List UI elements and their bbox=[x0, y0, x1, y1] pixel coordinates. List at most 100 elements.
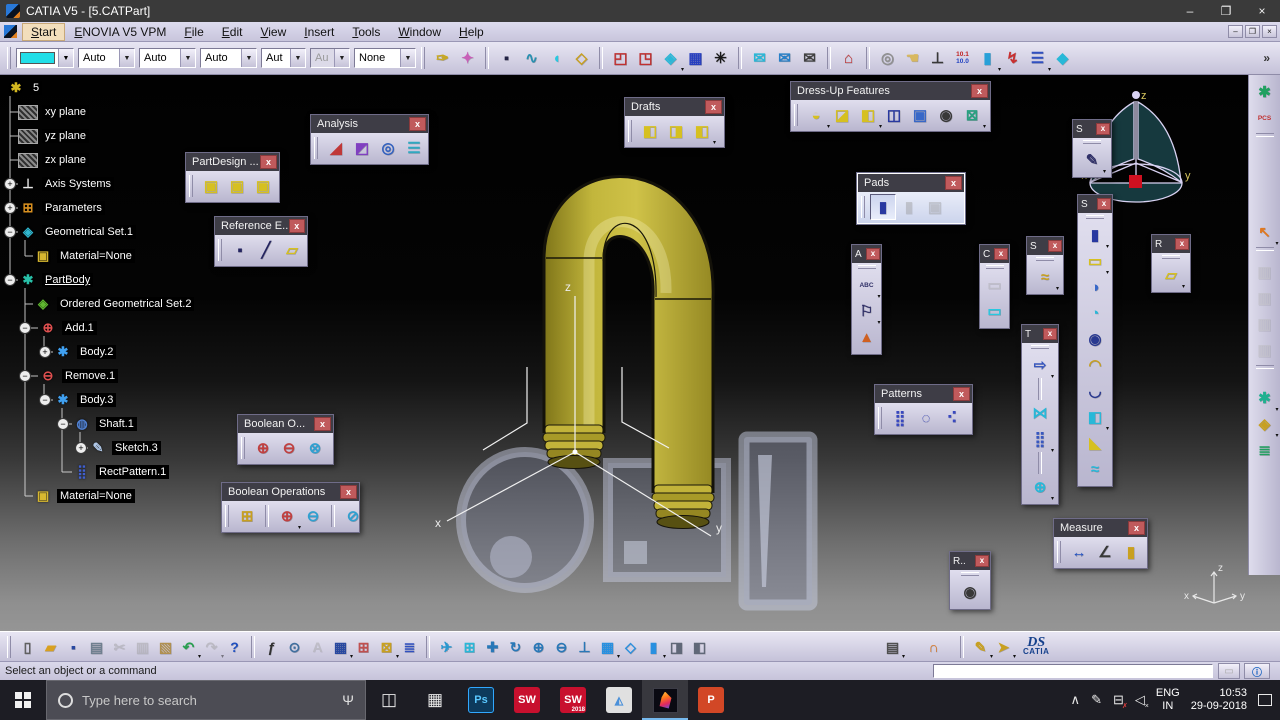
tree-expander[interactable]: − bbox=[4, 274, 16, 286]
ghost-tall-body[interactable] bbox=[738, 431, 818, 611]
mail-help-icon[interactable]: ✉ bbox=[797, 46, 822, 71]
tree-node-remove[interactable]: ⊖ Remove.1 bbox=[38, 367, 119, 385]
smart-pick-icon[interactable]: ✳ bbox=[708, 46, 733, 71]
tree-expander[interactable]: − bbox=[19, 370, 31, 382]
doc-minimize-button[interactable]: – bbox=[1228, 25, 1243, 38]
toolbar-reference-titlebar[interactable]: Reference E... x bbox=[215, 217, 307, 235]
weld-feature-icon[interactable]: ▲ bbox=[854, 324, 880, 350]
tree-node-sketch[interactable]: ✎ Sketch.3 bbox=[88, 439, 161, 457]
hidden-mode-icon[interactable]: ◧ bbox=[688, 635, 711, 658]
toolbar-analysis-close-button[interactable]: x bbox=[409, 117, 426, 131]
powerpoint-app[interactable]: P bbox=[688, 680, 734, 720]
property-select-6[interactable]: None ▼ bbox=[354, 48, 416, 68]
add-icon[interactable]: ⊕ bbox=[38, 319, 58, 337]
toolbar-measure-close-button[interactable]: x bbox=[1128, 521, 1145, 535]
xy-plane-icon[interactable] bbox=[18, 104, 38, 120]
viewport-3d[interactable]: z x y z x y z x y bbox=[0, 75, 1280, 631]
comment-icon[interactable]: ⊙ bbox=[283, 635, 306, 658]
mirror-icon[interactable]: ⋈ bbox=[1027, 400, 1053, 426]
toolbar-annotations-titlebar[interactable]: Ax bbox=[852, 245, 881, 263]
sketch-icon[interactable]: ✎ bbox=[88, 439, 108, 457]
menu-start[interactable]: Start bbox=[22, 22, 66, 41]
assemble-icon[interactable]: ⊞ bbox=[234, 503, 260, 529]
microphone-icon[interactable]: Ψ bbox=[342, 692, 354, 708]
pen-settings-icon[interactable]: ✎ bbox=[1091, 692, 1102, 708]
list-icon[interactable]: ☰ ▾ bbox=[1025, 46, 1051, 73]
material-icon[interactable]: ▣ bbox=[33, 247, 53, 265]
toolbar-partdesign-titlebar[interactable]: PartDesign ... x bbox=[186, 153, 279, 171]
draft-analysis-icon[interactable]: ◢ bbox=[323, 135, 349, 161]
toolbar-dressup-titlebar[interactable]: Dress-Up Features x bbox=[791, 82, 990, 100]
union-trim-icon[interactable]: ⊘ bbox=[340, 503, 366, 529]
fly-mode-icon[interactable]: ✈ bbox=[435, 635, 458, 658]
rules-icon[interactable]: ≣ bbox=[398, 635, 421, 658]
menu-tools[interactable]: Tools bbox=[343, 23, 389, 41]
surface-icon[interactable]: ◖ bbox=[544, 46, 569, 71]
flag-note-icon[interactable]: ⚐ ▾ bbox=[854, 298, 881, 327]
photoshop-app[interactable]: Ps bbox=[458, 680, 504, 720]
axis-icon[interactable]: ⊥ bbox=[925, 46, 950, 71]
toolbar-grip[interactable] bbox=[861, 196, 865, 218]
toolbar-reference-close-button[interactable]: x bbox=[288, 219, 305, 233]
chevron-down-icon[interactable]: ▼ bbox=[400, 49, 415, 67]
point-icon[interactable]: ▪ bbox=[227, 237, 253, 263]
toolbar-bool2-close-button[interactable]: x bbox=[340, 485, 357, 499]
measure-between-icon[interactable]: ↔ bbox=[1066, 539, 1092, 565]
user-pattern-icon[interactable]: ⠪ bbox=[939, 405, 965, 431]
chevron-down-icon[interactable]: ▼ bbox=[119, 49, 134, 67]
new-document-icon[interactable]: ▯ bbox=[16, 635, 39, 658]
painter-icon[interactable]: ✑ bbox=[430, 46, 455, 71]
add-icon[interactable]: ⊕ ▾ bbox=[274, 503, 301, 532]
constraint-icon[interactable]: ▭ bbox=[982, 298, 1008, 324]
normal-view-icon[interactable]: ⊥ bbox=[573, 635, 596, 658]
eraser-icon[interactable]: ◆ bbox=[1050, 46, 1075, 71]
solid-combine-icon[interactable]: ◧ ▾ bbox=[1082, 404, 1109, 433]
rotate-icon[interactable]: ↻ bbox=[504, 635, 527, 658]
thread-end-right[interactable] bbox=[651, 484, 715, 529]
pocket-icon[interactable]: ▭ ▾ bbox=[1082, 248, 1109, 277]
knowledge-inspector-icon[interactable]: ✎ ▾ bbox=[969, 635, 993, 661]
mail-icon[interactable]: ✉ bbox=[747, 46, 772, 71]
remove-icon[interactable]: ⊖ bbox=[300, 503, 326, 529]
menu-file[interactable]: File bbox=[175, 23, 212, 41]
pad-recognition-icon[interactable]: ▣ bbox=[198, 173, 224, 199]
pad-icon[interactable]: ▮ bbox=[870, 194, 896, 220]
camera-icon[interactable]: ◉ bbox=[957, 579, 983, 605]
point-icon[interactable]: ▪ bbox=[494, 46, 519, 71]
toolbar-sbf-titlebar[interactable]: Sx bbox=[1078, 195, 1112, 213]
toolbar-overflow[interactable]: » bbox=[1263, 51, 1270, 65]
toolbar-grip[interactable] bbox=[985, 265, 1004, 269]
plane-icon[interactable]: ▱ ▾ bbox=[1158, 262, 1185, 291]
partbody-icon[interactable]: ✱ bbox=[18, 271, 38, 289]
tree-node-ordered-geometrical-set[interactable]: ◈ Ordered Geometrical Set.2 bbox=[33, 295, 195, 313]
sew-surface-icon[interactable]: ≈ ▾ bbox=[1032, 264, 1059, 293]
table-icon[interactable]: ▦ ▾ bbox=[329, 635, 353, 661]
workbench-gear-icon[interactable]: ✱ bbox=[1252, 79, 1278, 105]
toolbar-sketcher-close-button[interactable]: x bbox=[1096, 123, 1110, 135]
command-input[interactable] bbox=[933, 664, 1213, 678]
toolbar-surf-titlebar[interactable]: Sx bbox=[1027, 237, 1063, 255]
bolt-icon[interactable]: ↯ bbox=[1000, 46, 1025, 71]
tree-expander[interactable]: − bbox=[39, 394, 51, 406]
draft-angle-icon[interactable]: ◧ bbox=[637, 118, 663, 144]
toolbar-measure-titlebar[interactable]: Measure x bbox=[1054, 519, 1147, 537]
body-icon[interactable]: ✱ bbox=[53, 343, 73, 361]
tree-node-material[interactable]: ▣ Material=None bbox=[33, 487, 135, 505]
material-icon[interactable]: ▣ bbox=[33, 487, 53, 505]
plane-icon[interactable]: ◇ bbox=[569, 46, 594, 71]
line-icon[interactable]: ╱ bbox=[253, 237, 279, 263]
property-select-4[interactable]: Aut ▼ bbox=[261, 48, 306, 68]
toolbar-grip[interactable] bbox=[189, 175, 193, 197]
toolbar-grip[interactable] bbox=[225, 505, 229, 527]
ordered-geometrical-set-icon[interactable]: ◈ bbox=[33, 295, 53, 313]
rectangular-pattern-icon[interactable]: ⣿ ▾ bbox=[1027, 426, 1055, 455]
open-icon[interactable]: ▰ bbox=[39, 635, 62, 658]
toolbar-patterns-close-button[interactable]: x bbox=[953, 387, 970, 401]
circular-pattern-icon[interactable]: ◌ bbox=[913, 405, 939, 431]
ghost-square[interactable] bbox=[624, 541, 647, 564]
tree-node-part-root[interactable]: ✱ 5 bbox=[6, 79, 43, 97]
grid-pick-icon[interactable]: ▦ bbox=[683, 46, 708, 71]
tree-node-axis-systems[interactable]: ⊥ Axis Systems bbox=[18, 175, 115, 193]
chevron-down-icon[interactable]: ▼ bbox=[241, 49, 256, 67]
toolbar-pads-titlebar[interactable]: Pads x bbox=[858, 174, 964, 192]
